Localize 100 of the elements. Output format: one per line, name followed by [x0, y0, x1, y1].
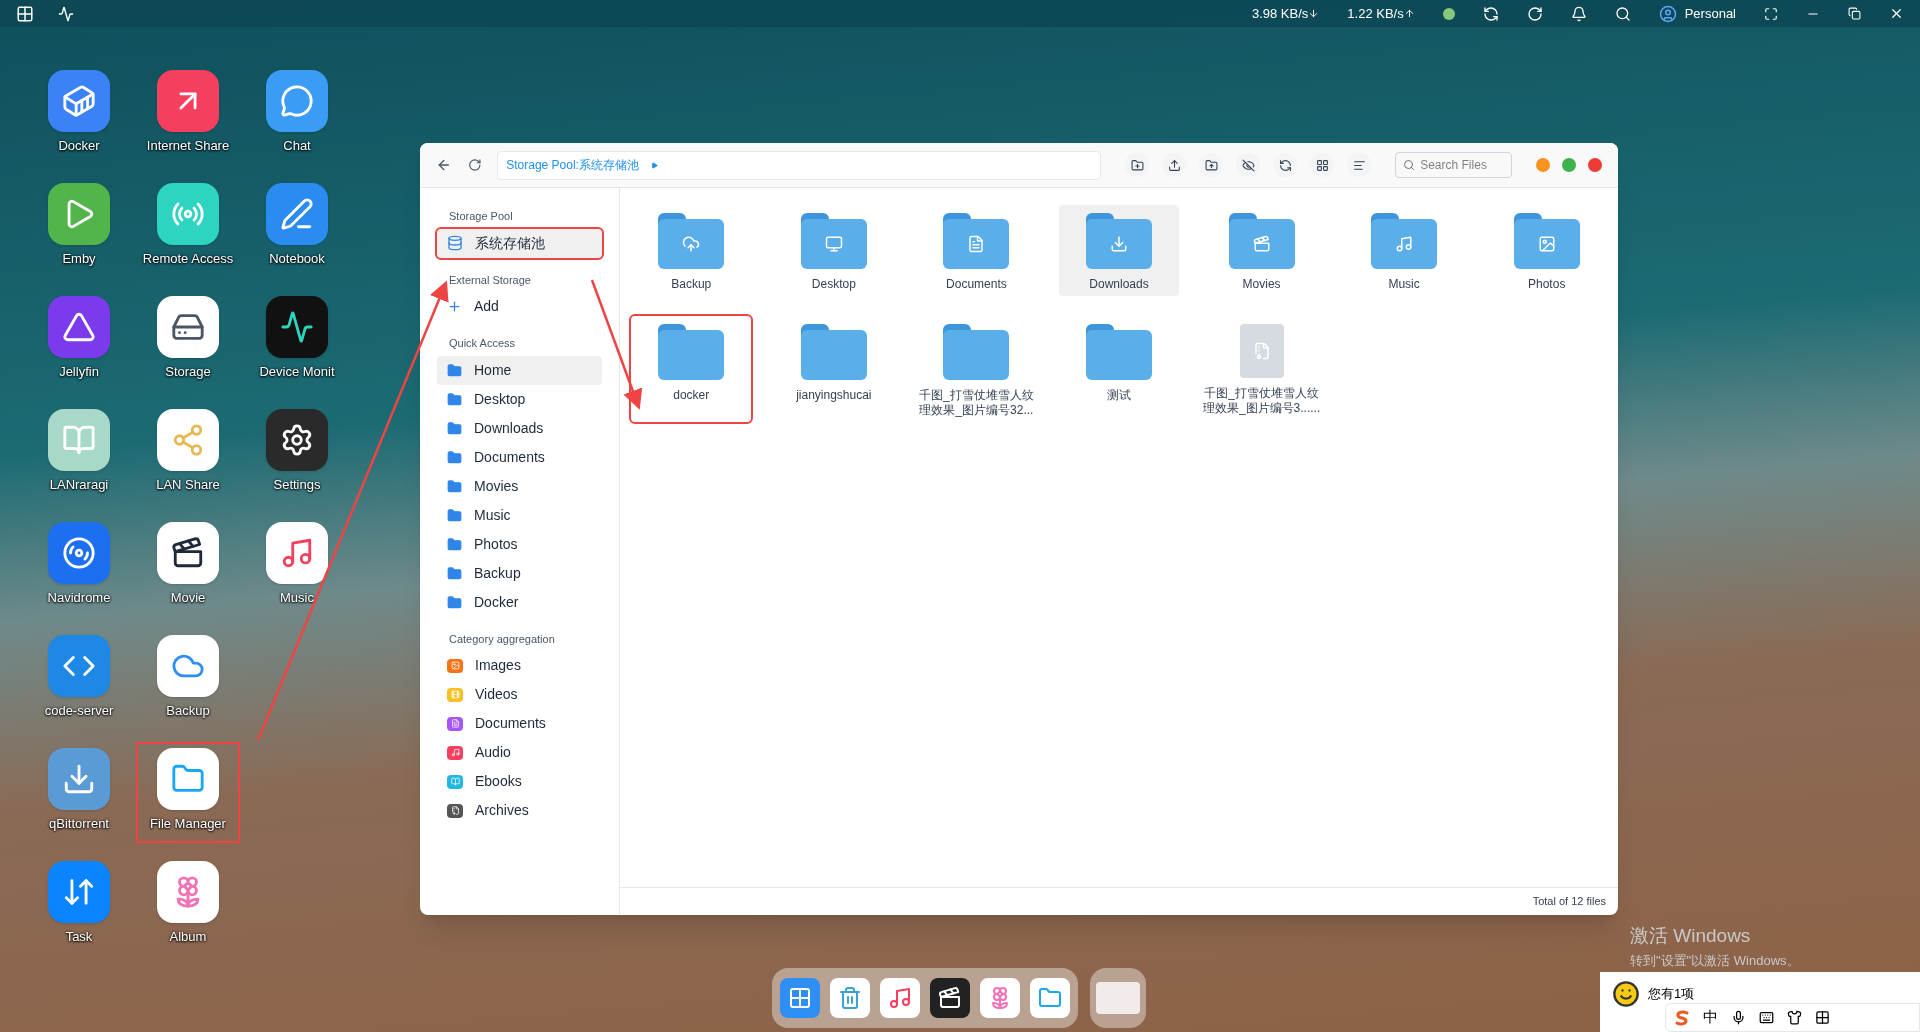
sort-icon[interactable] [1347, 153, 1372, 177]
desktop-app[interactable]: Backup [138, 631, 238, 728]
desktop-app[interactable]: Settings [247, 405, 347, 502]
ime-mode[interactable]: 中 [1703, 1006, 1718, 1029]
close-icon[interactable] [1889, 6, 1904, 21]
upload-icon[interactable] [1162, 153, 1187, 177]
music-note-icon[interactable] [880, 978, 920, 1018]
desktop-app[interactable]: Device Monit [247, 292, 347, 389]
folder-item[interactable]: Photos [1486, 205, 1607, 296]
folder-icon [1086, 324, 1152, 380]
sidebar-item[interactable]: Add [437, 292, 602, 321]
sidebar-item[interactable]: Images [437, 651, 602, 680]
app-icon[interactable] [58, 5, 74, 22]
maximize-button[interactable] [1562, 158, 1576, 172]
activation-hint: 转到"设置"以激活 Windows。 [1630, 951, 1800, 970]
search-field[interactable]: Search Files [1395, 152, 1512, 178]
desktop-app[interactable]: Storage [138, 292, 238, 389]
folder-item[interactable]: Downloads [1059, 205, 1179, 296]
folder-item[interactable]: 测试 [1059, 316, 1179, 422]
desktop-app[interactable]: qBittorrent [29, 744, 129, 841]
folder-item[interactable]: Backup [631, 205, 752, 296]
sidebar-item[interactable]: Audio [437, 738, 602, 767]
fullscreen-icon[interactable] [1764, 6, 1778, 21]
folder-item[interactable]: Music [1344, 205, 1465, 296]
app-label: Album [169, 928, 207, 946]
sync-icon[interactable] [1273, 153, 1298, 177]
restore-icon[interactable] [1848, 7, 1861, 20]
sidebar-item[interactable]: 系统存储池 [437, 228, 602, 258]
desktop-app[interactable]: LANraragi [29, 405, 129, 502]
folder-icon[interactable] [1030, 978, 1070, 1018]
desktop-app[interactable]: LAN Share [138, 405, 238, 502]
desktop-app[interactable]: Music [247, 518, 347, 615]
desktop-app[interactable]: Notebook [247, 179, 347, 276]
flower-icon[interactable] [980, 978, 1020, 1018]
folder-item[interactable]: Documents [916, 205, 1037, 296]
file-item[interactable]: 千图_打雪仗堆雪人纹理效果_图片编号3...... [1201, 316, 1322, 422]
desktop-app[interactable]: Movie [138, 518, 238, 615]
path-field[interactable]: Storage Pool:系统存储池 [497, 150, 1102, 180]
sidebar-item[interactable]: Docker [437, 587, 602, 617]
refresh-icon[interactable] [467, 158, 482, 172]
sidebar-item[interactable]: Movies [437, 471, 602, 501]
folder-item[interactable]: docker [631, 316, 752, 422]
sidebar-item[interactable]: Ebooks [437, 767, 602, 796]
window-thumbnail[interactable] [1090, 968, 1146, 1028]
keyboard-icon[interactable] [1759, 1010, 1774, 1025]
app-label: Chat [283, 137, 311, 155]
desktop-app[interactable]: Navidrome [29, 518, 129, 615]
hidden-eye-icon[interactable] [1236, 153, 1261, 177]
new-folder-icon[interactable] [1125, 153, 1150, 177]
back-icon[interactable] [436, 157, 452, 173]
sync-icon[interactable] [1482, 5, 1499, 22]
search-icon[interactable] [1614, 5, 1631, 22]
caret-icon[interactable] [650, 161, 658, 169]
desktop-app[interactable]: Jellyfin [29, 292, 129, 389]
file-name: 千图_打雪仗堆雪人纹理效果_图片编号32... [918, 388, 1035, 418]
folder-item[interactable]: 千图_打雪仗堆雪人纹理效果_图片编号32... [916, 316, 1037, 422]
folder-icon [447, 449, 462, 465]
desktop-app[interactable]: Album [138, 857, 238, 954]
file-name: Documents [946, 277, 1007, 292]
desktop-app[interactable]: Internet Share [138, 66, 238, 163]
grid-view-icon[interactable] [1310, 153, 1335, 177]
antenna-icon [157, 183, 219, 245]
file-name: 测试 [1107, 388, 1131, 403]
start-icon[interactable] [16, 4, 34, 23]
sidebar-item[interactable]: Photos [437, 529, 602, 559]
folder-item[interactable]: Movies [1201, 205, 1322, 296]
close-button[interactable] [1588, 158, 1602, 172]
trash-icon[interactable] [830, 978, 870, 1018]
clapperboard-icon[interactable] [930, 978, 970, 1018]
notebook-icon [266, 183, 328, 245]
desktop-app[interactable]: Emby [29, 179, 129, 276]
sidebar-item[interactable]: Videos [437, 680, 602, 709]
sidebar-item[interactable]: Documents [437, 709, 602, 738]
bell-icon[interactable] [1570, 5, 1587, 22]
sidebar-item[interactable]: Desktop [437, 384, 602, 414]
desktop-app[interactable]: Chat [247, 66, 347, 163]
microphone-icon[interactable] [1731, 1010, 1746, 1025]
desktop-app[interactable]: Remote Access [138, 179, 238, 276]
sidebar-item[interactable]: Downloads [437, 413, 602, 443]
user-name[interactable]: Personal [1684, 3, 1736, 24]
app-label: Navidrome [47, 589, 111, 607]
desktop-app[interactable]: code-server [29, 631, 129, 728]
refresh-icon[interactable] [1526, 5, 1543, 22]
shirt-icon[interactable] [1787, 1010, 1802, 1025]
sidebar-item[interactable]: Archives [437, 796, 602, 825]
folder-item[interactable]: Desktop [773, 205, 894, 296]
sidebar-item[interactable]: Backup [437, 558, 602, 588]
sidebar-item[interactable]: Music [437, 500, 602, 530]
ime-logo-icon[interactable] [1674, 1009, 1690, 1026]
chat-bubble-icon [266, 70, 328, 132]
desktop-app[interactable]: Docker [29, 66, 129, 163]
desktop-app[interactable]: File Manager [138, 744, 238, 841]
sidebar-item[interactable]: Home [437, 355, 602, 385]
folder-item[interactable]: jianyingshucai [773, 316, 894, 422]
triangle-icon [48, 296, 110, 358]
user-icon[interactable] [1658, 4, 1677, 23]
folder-upload-icon[interactable] [1199, 153, 1224, 177]
grid-icon[interactable] [1815, 1010, 1830, 1025]
sidebar-item[interactable]: Documents [437, 442, 602, 472]
desktop-app[interactable]: Task [29, 857, 129, 954]
